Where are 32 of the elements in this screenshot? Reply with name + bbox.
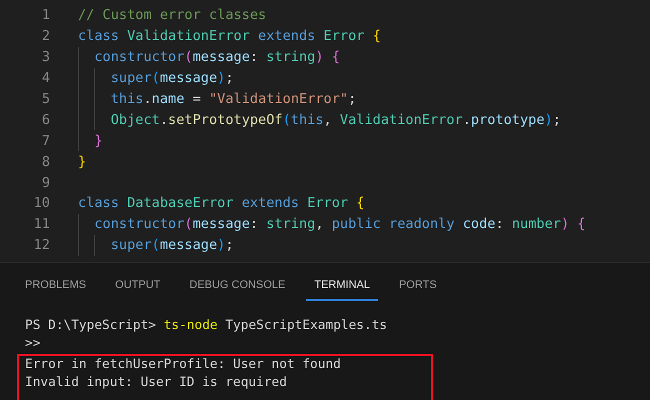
line-number: 4 [40, 70, 50, 86]
line-number: 2 [40, 28, 50, 44]
terminal-line: Error in fetchUserProfile: User not found [25, 356, 342, 374]
terminal-line: Invalid input: User ID is required [25, 374, 288, 392]
code-line: } [93, 132, 103, 149]
line-number: 11 [32, 216, 50, 232]
line-number: 1 [40, 7, 50, 24]
panel-tab[interactable]: TERMINAL [306, 263, 378, 301]
code-line: } [78, 154, 86, 170]
code-line: this.name = "ValidationError"; [110, 91, 356, 107]
terminal-line: >> [25, 335, 42, 354]
line-number: 3 [40, 49, 50, 66]
code-line: super(message); [110, 70, 234, 86]
panel-tab[interactable]: OUTPUT [107, 263, 168, 301]
code-line: Object.setPrototypeOf(this, ValidationError.prototype); [110, 112, 561, 128]
line-number: 10 [32, 195, 50, 212]
code-line: constructor(message: string) { [93, 49, 340, 66]
line-number: 9 [40, 174, 50, 191]
panel-tab[interactable]: PORTS [390, 263, 445, 301]
code-line: // Custom error classes [78, 7, 266, 24]
line-number: 7 [40, 132, 50, 149]
line-number: 5 [40, 91, 50, 107]
code-line: super(message); [110, 237, 234, 254]
line-number: 8 [40, 154, 50, 170]
code-line: class DatabaseError extends Error { [78, 195, 364, 212]
terminal-line: PS D:\TypeScript> ts-node TypeScriptExamples.ts [25, 317, 388, 335]
panel-tab[interactable]: DEBUG CONSOLE [181, 263, 294, 301]
line-number: 6 [40, 112, 50, 128]
code-line: constructor(message: string, public readonly code: number) { [93, 216, 586, 232]
panel-tab[interactable]: PROBLEMS [17, 263, 94, 301]
code-line: class ValidationError extends Error { [78, 28, 381, 44]
line-number: 12 [32, 237, 50, 254]
